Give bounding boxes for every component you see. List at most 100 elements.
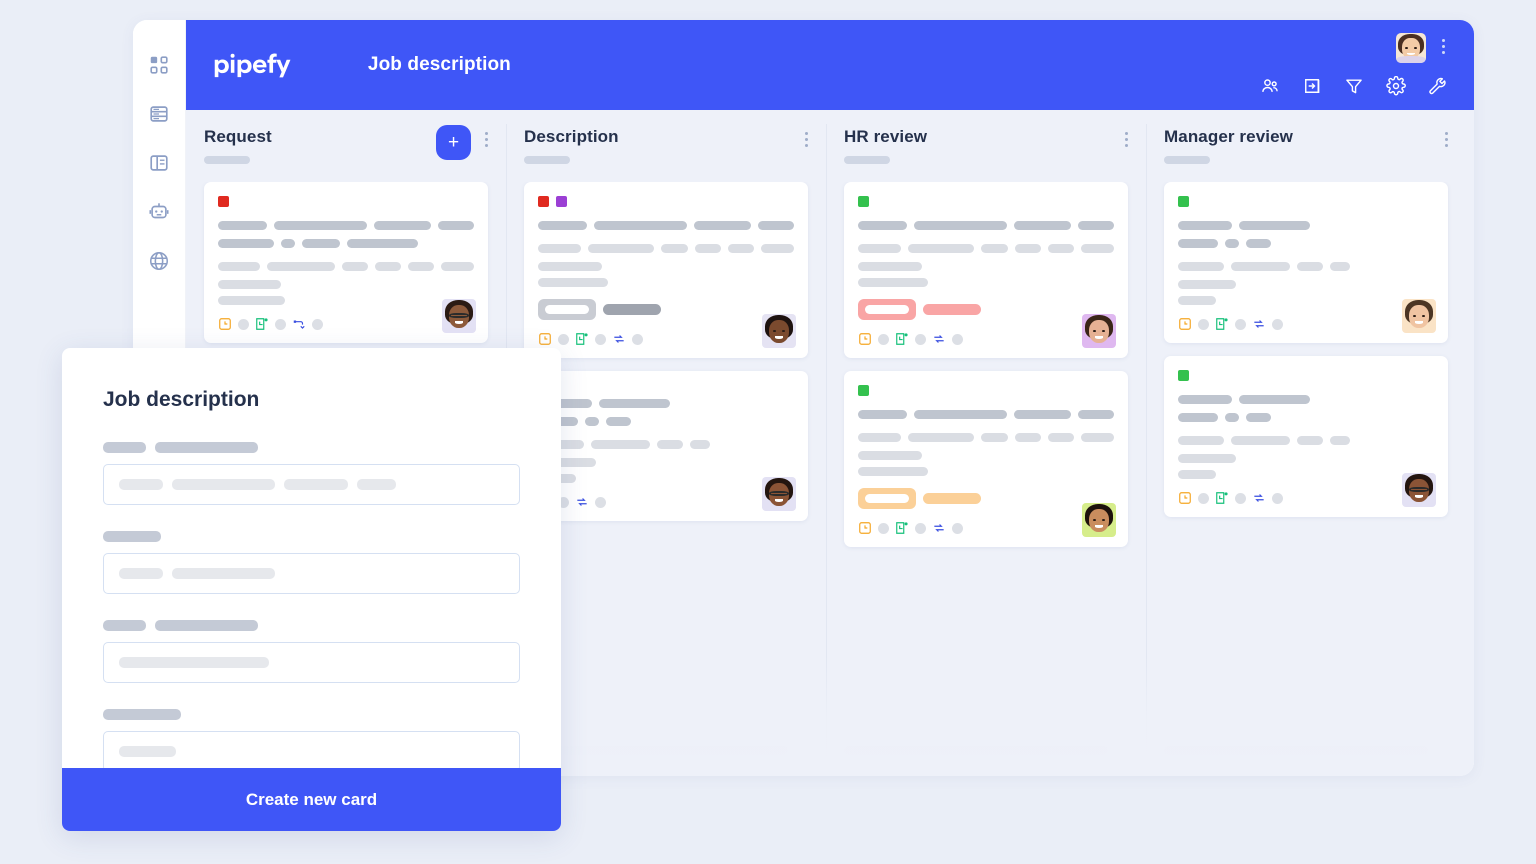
card-footer: [1178, 491, 1434, 505]
refresh-cycle-icon[interactable]: [612, 332, 626, 346]
refresh-cycle-icon[interactable]: [932, 332, 946, 346]
column-more-options-button[interactable]: [1125, 132, 1128, 147]
card-avatar: [1402, 473, 1436, 507]
header-user-avatar[interactable]: [1396, 33, 1426, 63]
column-subtitle-skeleton: [524, 156, 570, 164]
field-label-skeleton: [103, 442, 520, 453]
header-icon-group: [1260, 76, 1448, 96]
calendar-check-icon[interactable]: [575, 332, 589, 346]
card[interactable]: [844, 182, 1128, 358]
column-ghost-placeholder: [524, 736, 808, 776]
highlight-chip: [858, 488, 916, 509]
column-cards: [1154, 182, 1458, 776]
calendar-check-icon[interactable]: [895, 521, 909, 535]
card-footer: [218, 317, 474, 331]
globe-icon[interactable]: [148, 250, 170, 272]
column-subtitle-skeleton: [844, 156, 890, 164]
wrench-icon[interactable]: [1428, 76, 1448, 96]
card-label-chips: [1178, 196, 1434, 207]
clock-icon[interactable]: [1178, 491, 1192, 505]
apps-grid-icon[interactable]: [148, 54, 170, 76]
card-footer: [538, 495, 794, 509]
column-ghost-placeholder: [844, 736, 1128, 776]
create-new-card-button[interactable]: Create new card: [62, 768, 561, 831]
column-header: Request +: [194, 110, 498, 182]
layout-panel-icon[interactable]: [148, 152, 170, 174]
card-footer: [858, 521, 1114, 535]
column-ghost-placeholder: [1164, 736, 1448, 776]
card-footer: [1178, 317, 1434, 331]
members-icon[interactable]: [1260, 76, 1280, 96]
form-field-4[interactable]: [103, 731, 520, 772]
calendar-check-icon[interactable]: [895, 332, 909, 346]
form-field-3[interactable]: [103, 642, 520, 683]
top-header-bar: Job description: [186, 20, 1474, 110]
count-pill: [595, 333, 606, 345]
card-avatar: [1082, 314, 1116, 348]
clock-icon[interactable]: [218, 317, 232, 331]
refresh-cycle-icon[interactable]: [575, 495, 589, 509]
column-more-options-button[interactable]: [485, 132, 488, 147]
card-avatar: [1402, 299, 1436, 333]
count-pill: [238, 318, 249, 330]
highlight-bar: [923, 493, 981, 504]
header-more-options-button[interactable]: [1442, 39, 1445, 54]
pipefy-logo[interactable]: [213, 52, 324, 78]
highlight-bar: [603, 304, 661, 315]
label-chip-green: [858, 196, 869, 207]
gear-icon[interactable]: [1386, 76, 1406, 96]
robot-icon[interactable]: [148, 201, 170, 223]
label-chip-green: [1178, 196, 1189, 207]
count-pill: [952, 333, 963, 345]
database-icon[interactable]: [148, 103, 170, 125]
card[interactable]: [524, 182, 808, 358]
card-avatar: [442, 299, 476, 333]
count-pill: [915, 522, 926, 534]
refresh-cycle-icon[interactable]: [1252, 491, 1266, 505]
card[interactable]: [844, 371, 1128, 547]
count-pill: [1198, 318, 1209, 330]
count-pill: [1272, 492, 1283, 504]
form-field-2[interactable]: [103, 553, 520, 594]
field-label-skeleton: [103, 709, 520, 720]
field-label-skeleton: [103, 620, 520, 631]
calendar-check-icon[interactable]: [1215, 491, 1229, 505]
column-more-options-button[interactable]: [1445, 132, 1448, 147]
card[interactable]: [1164, 356, 1448, 517]
label-chip-red: [538, 196, 549, 207]
card[interactable]: [1164, 182, 1448, 343]
add-card-button[interactable]: +: [436, 125, 471, 160]
count-pill: [878, 522, 889, 534]
clock-icon[interactable]: [858, 521, 872, 535]
column-subtitle-skeleton: [204, 156, 250, 164]
column-header: Manager review: [1154, 110, 1458, 182]
card-label-chips: [858, 385, 1114, 396]
count-pill: [275, 318, 286, 330]
refresh-cycle-icon[interactable]: [1252, 317, 1266, 331]
clock-icon[interactable]: [858, 332, 872, 346]
clock-icon[interactable]: [1178, 317, 1192, 331]
card[interactable]: [204, 182, 488, 343]
column-title: HR review: [844, 127, 928, 146]
column-header: Description: [514, 110, 818, 182]
screenshot-root: Job description Request + Description HR…: [0, 0, 1536, 864]
clock-icon[interactable]: [538, 332, 552, 346]
card-label-chips: [538, 196, 794, 207]
count-pill: [595, 496, 606, 508]
count-pill: [312, 318, 323, 330]
card-label-chips: [1178, 370, 1434, 381]
column-more-options-button[interactable]: [805, 132, 808, 147]
count-pill: [1272, 318, 1283, 330]
flow-connect-icon[interactable]: [292, 317, 306, 331]
card[interactable]: [524, 371, 808, 521]
form-field-1[interactable]: [103, 464, 520, 505]
modal-title: Job description: [103, 388, 260, 411]
count-pill: [952, 522, 963, 534]
inbox-import-icon[interactable]: [1302, 76, 1322, 96]
calendar-check-icon[interactable]: [255, 317, 269, 331]
filter-funnel-icon[interactable]: [1344, 76, 1364, 96]
refresh-cycle-icon[interactable]: [932, 521, 946, 535]
calendar-check-icon[interactable]: [1215, 317, 1229, 331]
label-chip-green: [858, 385, 869, 396]
card-label-chips: [858, 196, 1114, 207]
